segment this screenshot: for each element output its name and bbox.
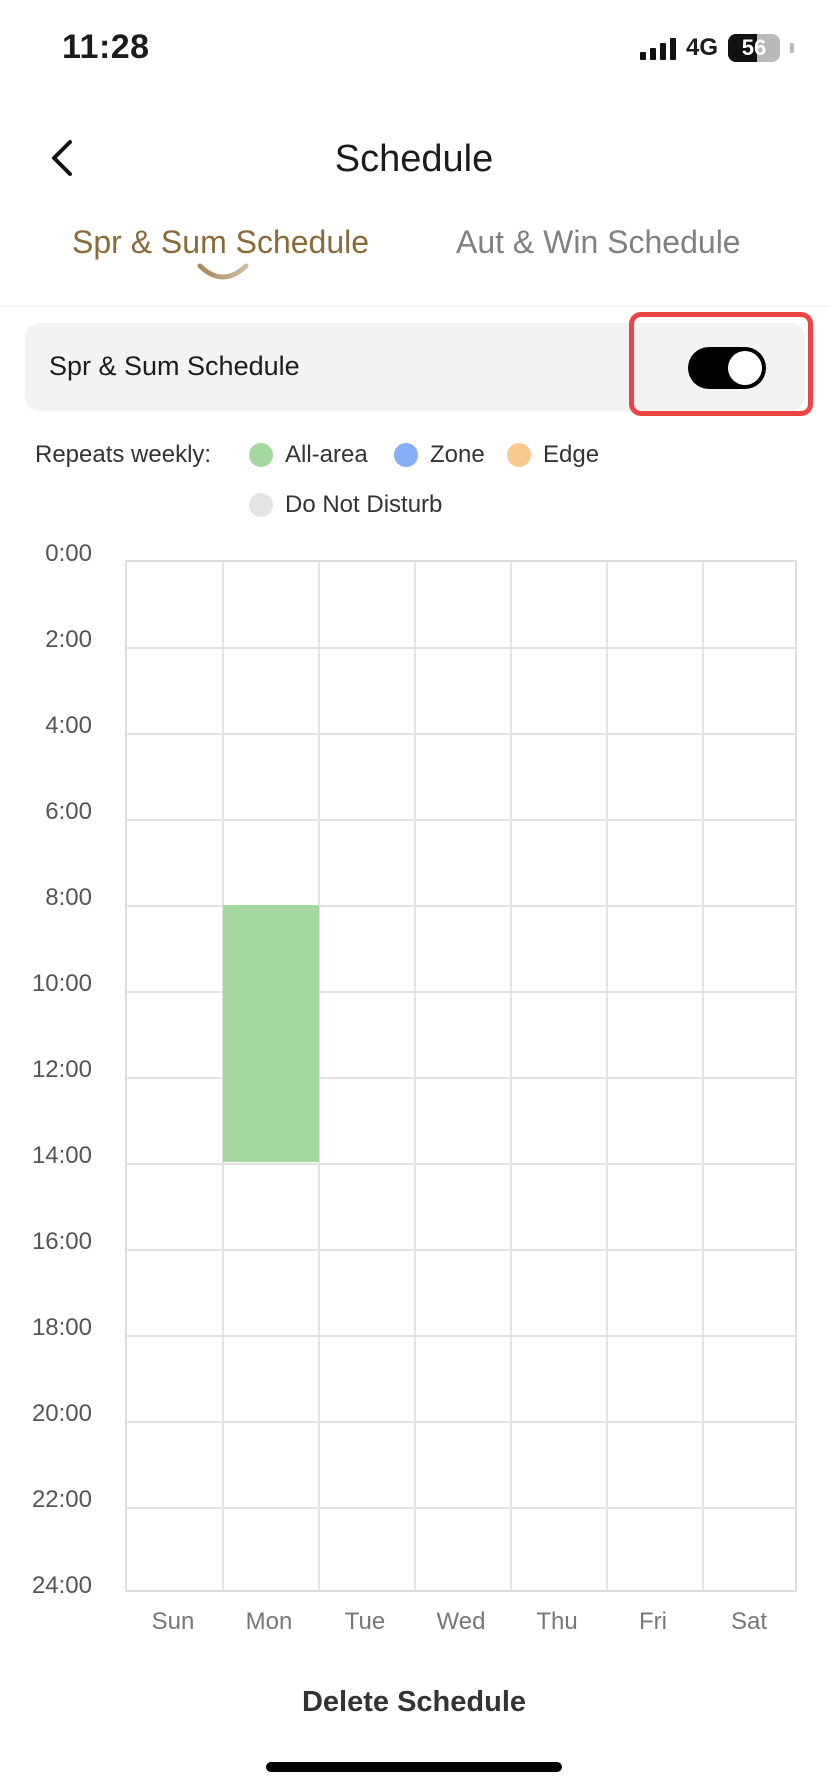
grid-row-line	[127, 1249, 795, 1251]
status-bar: 11:28 4G 56	[0, 0, 828, 100]
home-indicator	[266, 1762, 562, 1772]
day-label-tue: Tue	[344, 1608, 386, 1635]
legend-dot-icon	[394, 443, 418, 467]
schedule-block-mon[interactable]	[223, 904, 319, 1162]
grid-row-line	[127, 819, 795, 821]
schedule-toggle-switch[interactable]	[688, 347, 766, 389]
grid-column-line	[414, 562, 416, 1590]
time-label: 6:00	[45, 798, 92, 825]
grid-column-line	[702, 562, 704, 1590]
legend-item-all-area: All-area	[249, 441, 368, 469]
legend-dot-icon	[249, 443, 273, 467]
day-label-sun: Sun	[151, 1608, 195, 1635]
legend-dot-icon	[249, 493, 273, 517]
legend-item-label: Edge	[543, 441, 600, 468]
time-label: 14:00	[31, 1142, 92, 1169]
schedule-grid[interactable]	[125, 560, 797, 1592]
day-label-wed: Wed	[436, 1608, 486, 1635]
tab-spring-summer[interactable]: Spr & Sum Schedule	[72, 224, 369, 261]
day-label-mon: Mon	[245, 1608, 293, 1635]
legend-item-label: Zone	[430, 441, 485, 468]
grid-row-line	[127, 1335, 795, 1337]
signal-icon	[639, 36, 676, 60]
legend-item-label: Do Not Disturb	[285, 491, 443, 518]
grid-row-line	[127, 1421, 795, 1423]
status-time: 11:28	[62, 28, 150, 66]
tab-autumn-winter[interactable]: Aut & Win Schedule	[456, 224, 741, 261]
time-label: 4:00	[45, 712, 92, 739]
legend-item-zone: Zone	[394, 441, 485, 469]
legend-item-do-not-disturb: Do Not Disturb	[249, 491, 442, 519]
delete-schedule-button[interactable]: Delete Schedule	[0, 1686, 828, 1719]
legend-label: Repeats weekly:	[35, 441, 212, 468]
grid-row-line	[127, 733, 795, 735]
header: Schedule	[0, 120, 828, 200]
legend-dot-icon	[507, 443, 531, 467]
battery-tip	[790, 43, 794, 53]
grid-column-line	[606, 562, 608, 1590]
time-label: 16:00	[31, 1228, 92, 1255]
time-label: 0:00	[45, 540, 92, 567]
day-label-thu: Thu	[536, 1608, 578, 1635]
day-label-sat: Sat	[730, 1608, 768, 1635]
season-tabs: Spr & Sum Schedule Aut & Win Schedule	[0, 216, 828, 307]
time-label: 18:00	[31, 1314, 92, 1341]
page-title: Schedule	[334, 138, 494, 180]
grid-row-line	[127, 1507, 795, 1509]
time-label: 8:00	[45, 884, 92, 911]
battery-icon: 56	[728, 34, 780, 62]
tab-active-indicator	[197, 263, 249, 280]
time-label: 12:00	[31, 1056, 92, 1083]
time-label: 22:00	[31, 1486, 92, 1513]
legend-item-label: All-area	[285, 441, 368, 468]
network-type: 4G	[685, 34, 718, 61]
grid-row-line	[127, 1163, 795, 1165]
toggle-knob	[728, 351, 762, 385]
battery-level: 56	[741, 35, 767, 60]
status-indicators: 4G 56	[639, 34, 794, 62]
toggle-label: Spr & Sum Schedule	[49, 351, 300, 381]
time-label: 10:00	[31, 970, 92, 997]
grid-row-line	[127, 647, 795, 649]
grid-column-line	[510, 562, 512, 1590]
day-label-fri: Fri	[639, 1608, 667, 1635]
time-label: 24:00	[31, 1572, 92, 1599]
time-label: 20:00	[31, 1400, 92, 1427]
time-label: 2:00	[45, 626, 92, 653]
legend-item-edge: Edge	[507, 441, 599, 469]
